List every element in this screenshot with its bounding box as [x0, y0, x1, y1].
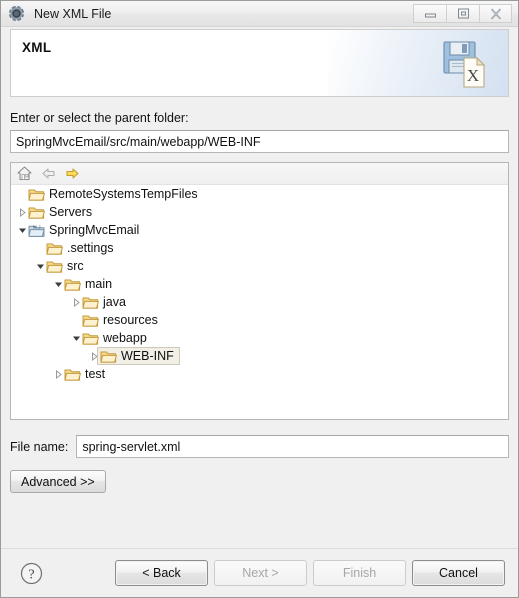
- help-icon[interactable]: ?: [20, 562, 43, 585]
- tree-item-label: java: [103, 295, 126, 309]
- twisty-collapsed-icon[interactable]: [71, 293, 82, 311]
- tree-item-content: RemoteSystemsTempFiles: [28, 186, 198, 202]
- tree-item[interactable]: java: [11, 293, 508, 311]
- title-bar: New XML File: [1, 1, 518, 27]
- folder-icon: [46, 257, 63, 275]
- twisty-none: [71, 311, 82, 329]
- tree-item-label: SpringMvcEmail: [49, 223, 140, 237]
- file-name-label: File name:: [10, 439, 69, 454]
- advanced-row: Advanced >>: [10, 470, 509, 493]
- twisty-collapsed-icon[interactable]: [17, 203, 28, 221]
- svg-text:X: X: [467, 66, 479, 85]
- back-arrow-icon[interactable]: [40, 165, 57, 182]
- tree-item-label: test: [85, 367, 106, 381]
- folder-icon: [100, 347, 117, 365]
- footer-buttons: < Back Next > Finish Cancel: [115, 560, 505, 586]
- tree-item-label: resources: [103, 313, 158, 327]
- advanced-button[interactable]: Advanced >>: [10, 470, 106, 493]
- twisty-none: [35, 239, 46, 257]
- tree-item-label: src: [67, 259, 84, 273]
- tree-item-label: RemoteSystemsTempFiles: [49, 187, 198, 201]
- tree-item-label: Servers: [49, 205, 93, 219]
- file-name-row: File name:: [10, 435, 509, 458]
- folder-tree-panel: RemoteSystemsTempFiles Servers M J SpringMvc…: [10, 162, 509, 420]
- tree-item[interactable]: WEB-INF: [11, 347, 508, 365]
- xml-file-floppy-icon: X: [440, 36, 496, 92]
- tree-item[interactable]: test: [11, 365, 508, 383]
- tree-item-label: main: [85, 277, 113, 291]
- svg-text:?: ?: [28, 567, 34, 582]
- folder-icon: [28, 203, 45, 221]
- tree-item-content: resources: [82, 312, 158, 328]
- tree-toolbar: [11, 163, 508, 185]
- tree-item-label: .settings: [67, 241, 114, 255]
- tree-item[interactable]: webapp: [11, 329, 508, 347]
- tree-item[interactable]: Servers: [11, 203, 508, 221]
- twisty-expanded-icon[interactable]: [17, 221, 28, 239]
- twisty-expanded-icon[interactable]: [35, 257, 46, 275]
- folder-icon: [82, 329, 99, 347]
- file-name-input[interactable]: [76, 435, 509, 458]
- folder-icon: [82, 311, 99, 329]
- svg-text:M: M: [33, 224, 37, 229]
- tree-item-label: WEB-INF: [121, 349, 174, 363]
- tree-item[interactable]: .settings: [11, 239, 508, 257]
- parent-folder-input[interactable]: [10, 130, 509, 153]
- folder-icon: [64, 365, 81, 383]
- tree-item-content: src: [46, 258, 84, 274]
- home-icon[interactable]: [16, 165, 33, 182]
- dialog-header: XML X: [10, 29, 509, 97]
- forward-arrow-icon[interactable]: [64, 165, 81, 182]
- tree-item[interactable]: RemoteSystemsTempFiles: [11, 185, 508, 203]
- folder-icon: [82, 293, 99, 311]
- window-controls: [413, 4, 512, 23]
- folder-icon: [28, 185, 45, 203]
- eclipse-gear-icon: [8, 5, 25, 22]
- close-icon[interactable]: [479, 4, 512, 23]
- window-title: New XML File: [34, 6, 112, 21]
- minimize-icon[interactable]: [413, 4, 446, 23]
- finish-button: Finish: [313, 560, 406, 586]
- new-xml-file-dialog: New XML File XML X Enter or select the p…: [0, 0, 519, 598]
- tree-item-content: Servers: [28, 204, 92, 220]
- cancel-button[interactable]: Cancel: [412, 560, 505, 586]
- twisty-expanded-icon[interactable]: [53, 275, 64, 293]
- folder-tree[interactable]: RemoteSystemsTempFiles Servers M J SpringMvc…: [11, 185, 508, 419]
- tree-item[interactable]: resources: [11, 311, 508, 329]
- tree-item-label: webapp: [103, 331, 147, 345]
- tree-item-content: java: [82, 294, 126, 310]
- twisty-expanded-icon[interactable]: [71, 329, 82, 347]
- tree-item-content: main: [64, 276, 112, 292]
- tree-item-content: test: [64, 366, 105, 382]
- page-title: XML: [22, 40, 52, 55]
- dialog-body: Enter or select the parent folder: Sprin…: [1, 111, 518, 493]
- tree-item-content: WEB-INF: [97, 347, 180, 365]
- twisty-collapsed-icon[interactable]: [53, 365, 64, 383]
- twisty-none: [17, 185, 28, 203]
- parent-folder-label: Enter or select the parent folder:: [10, 111, 189, 125]
- tree-item-content: webapp: [82, 330, 147, 346]
- back-button[interactable]: < Back: [115, 560, 208, 586]
- tree-item-content: .settings: [46, 240, 114, 256]
- dialog-footer: ? < Back Next > Finish Cancel: [1, 549, 518, 597]
- folder-icon: [46, 239, 63, 257]
- folder-icon: [64, 275, 81, 293]
- project-folder-icon: MJ: [28, 221, 45, 239]
- svg-text:J: J: [38, 224, 40, 229]
- tree-item[interactable]: M J SpringMvcEmail: [11, 221, 508, 239]
- tree-item[interactable]: main: [11, 275, 508, 293]
- tree-item[interactable]: src: [11, 257, 508, 275]
- maximize-icon[interactable]: [446, 4, 479, 23]
- tree-item-content: M J SpringMvcEmail: [28, 222, 139, 238]
- next-button: Next >: [214, 560, 307, 586]
